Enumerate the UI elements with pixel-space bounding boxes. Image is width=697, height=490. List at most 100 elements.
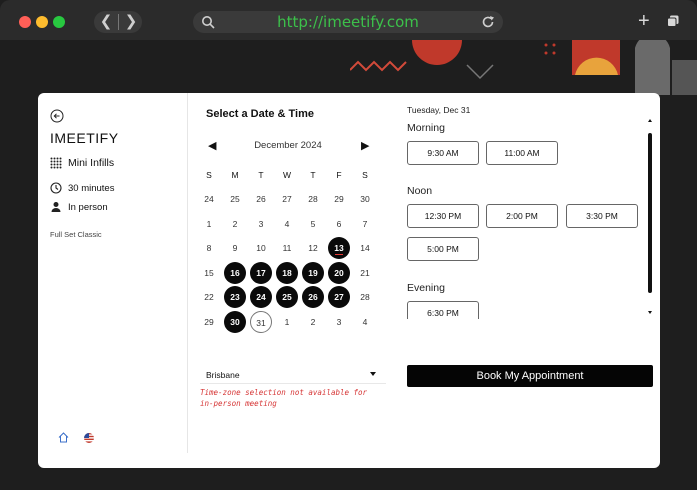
- day-cell: 26: [250, 188, 272, 210]
- day-cell-available[interactable]: 27: [328, 286, 350, 308]
- calendar-heading: Select a Date & Time: [206, 108, 315, 120]
- day-number: 25: [282, 292, 292, 302]
- weekday-header: S: [206, 170, 212, 180]
- day-cell-today[interactable]: 31: [250, 311, 272, 333]
- day-cell: 15: [198, 262, 220, 284]
- day-number: 19: [308, 268, 318, 278]
- person-icon: [51, 202, 61, 212]
- day-cell-available[interactable]: 19: [302, 262, 324, 284]
- day-cell: 9: [224, 237, 246, 259]
- book-appointment-button[interactable]: Book My Appointment: [407, 365, 653, 387]
- prev-month-icon[interactable]: ◀: [208, 140, 216, 152]
- day-cell-available[interactable]: 26: [302, 286, 324, 308]
- day-number: 2: [232, 219, 238, 229]
- day-number: 24: [204, 194, 214, 204]
- day-number: 29: [334, 194, 344, 204]
- caret-down-icon[interactable]: [370, 372, 376, 376]
- day-number: 10: [256, 243, 266, 253]
- scroll-up-icon[interactable]: [648, 119, 652, 122]
- day-number: 26: [308, 292, 318, 302]
- weekday-header: W: [282, 170, 292, 180]
- day-cell-available[interactable]: 30: [224, 311, 246, 333]
- scroll-down-icon[interactable]: [648, 311, 652, 314]
- day-cell: 28: [302, 188, 324, 210]
- time-slot-button[interactable]: 11:00 AM: [486, 141, 558, 165]
- maximize-window-button[interactable]: [53, 16, 65, 28]
- time-slot-button[interactable]: 12:30 PM: [407, 204, 479, 228]
- day-cell: 28: [354, 286, 376, 308]
- time-slot-button[interactable]: 2:00 PM: [486, 204, 558, 228]
- day-number: 15: [204, 268, 214, 278]
- next-month-icon[interactable]: ▶: [361, 140, 369, 152]
- day-cell-available[interactable]: 16: [224, 262, 246, 284]
- day-number: 1: [206, 219, 212, 229]
- home-icon[interactable]: [58, 432, 69, 443]
- day-number: 25: [230, 194, 240, 204]
- day-number: 27: [334, 292, 344, 302]
- address-bar[interactable]: http://imeetify.com: [193, 11, 503, 33]
- weekday-header: T: [258, 170, 264, 180]
- day-number: 11: [282, 243, 292, 253]
- day-cell-available[interactable]: 23: [224, 286, 246, 308]
- time-slot-button[interactable]: 9:30 AM: [407, 141, 479, 165]
- day-number: 6: [336, 219, 342, 229]
- day-number: 27: [282, 194, 292, 204]
- day-cell-available[interactable]: 17: [250, 262, 272, 284]
- day-number: 30: [360, 194, 370, 204]
- new-tab-icon[interactable]: +: [638, 11, 650, 31]
- booking-card: IMEETIFY Mini Infills 30 minutes In pers…: [38, 93, 660, 468]
- time-slot-button[interactable]: 3:30 PM: [566, 204, 638, 228]
- day-cell-available[interactable]: 20: [328, 262, 350, 284]
- day-number: 1: [284, 317, 290, 327]
- day-cell: 1: [198, 213, 220, 235]
- day-number: 4: [284, 219, 290, 229]
- scrollbar-thumb[interactable]: [648, 133, 652, 293]
- close-window-button[interactable]: [19, 16, 31, 28]
- day-number: 24: [256, 292, 266, 302]
- day-cell: 22: [198, 286, 220, 308]
- day-cell: 27: [276, 188, 298, 210]
- day-number: 17: [256, 268, 266, 278]
- us-flag-icon[interactable]: [84, 433, 94, 443]
- day-number: 8: [206, 243, 212, 253]
- day-cell: 10: [250, 237, 272, 259]
- day-cell: 29: [328, 188, 350, 210]
- time-slot-button[interactable]: 5:00 PM: [407, 237, 479, 261]
- day-number: 5: [310, 219, 316, 229]
- time-slot-button[interactable]: 6:30 PM: [407, 301, 479, 319]
- day-number: 3: [258, 219, 264, 229]
- service-row: Mini Infills: [50, 157, 114, 169]
- location-text: In person: [68, 201, 108, 213]
- reload-icon[interactable]: [481, 15, 495, 29]
- forward-arrow-icon[interactable]: ❯: [121, 12, 141, 32]
- day-number: 31: [256, 318, 266, 328]
- times-panel: Tuesday, Dec 31 Morning 9:30 AM 11:00 AM No…: [398, 93, 660, 468]
- minimize-window-button[interactable]: [36, 16, 48, 28]
- day-cell-selected[interactable]: 13: [328, 237, 350, 259]
- timezone-select[interactable]: Brisbane: [206, 370, 378, 380]
- day-cell-available[interactable]: 25: [276, 286, 298, 308]
- day-cell-available[interactable]: 18: [276, 262, 298, 284]
- day-cell: 2: [224, 213, 246, 235]
- background-pattern: [350, 40, 697, 95]
- time-section-label: Morning: [407, 122, 445, 134]
- event-details-panel: IMEETIFY Mini Infills 30 minutes In pers…: [38, 93, 188, 453]
- browser-toolbar: ❮ ❯ http://imeetify.com +: [0, 0, 697, 40]
- day-number: 29: [204, 317, 214, 327]
- duration-row: 30 minutes: [50, 182, 114, 194]
- day-number: 21: [360, 268, 370, 278]
- day-cell-available[interactable]: 24: [250, 286, 272, 308]
- day-number: 3: [336, 317, 342, 327]
- location-row: In person: [50, 201, 108, 213]
- time-slots-list[interactable]: Tuesday, Dec 31 Morning 9:30 AM 11:00 AM No…: [407, 105, 647, 319]
- day-number: 20: [334, 268, 344, 278]
- day-number: 2: [310, 317, 316, 327]
- day-cell: 3: [328, 311, 350, 333]
- weekday-header: T: [310, 170, 316, 180]
- back-arrow-icon[interactable]: ❮: [96, 12, 116, 32]
- weekday-header: S: [362, 170, 368, 180]
- tabs-overview-icon[interactable]: [667, 15, 679, 27]
- selected-date-label: Tuesday, Dec 31: [407, 105, 471, 115]
- day-cell: 11: [276, 237, 298, 259]
- back-circle-icon[interactable]: [50, 109, 64, 123]
